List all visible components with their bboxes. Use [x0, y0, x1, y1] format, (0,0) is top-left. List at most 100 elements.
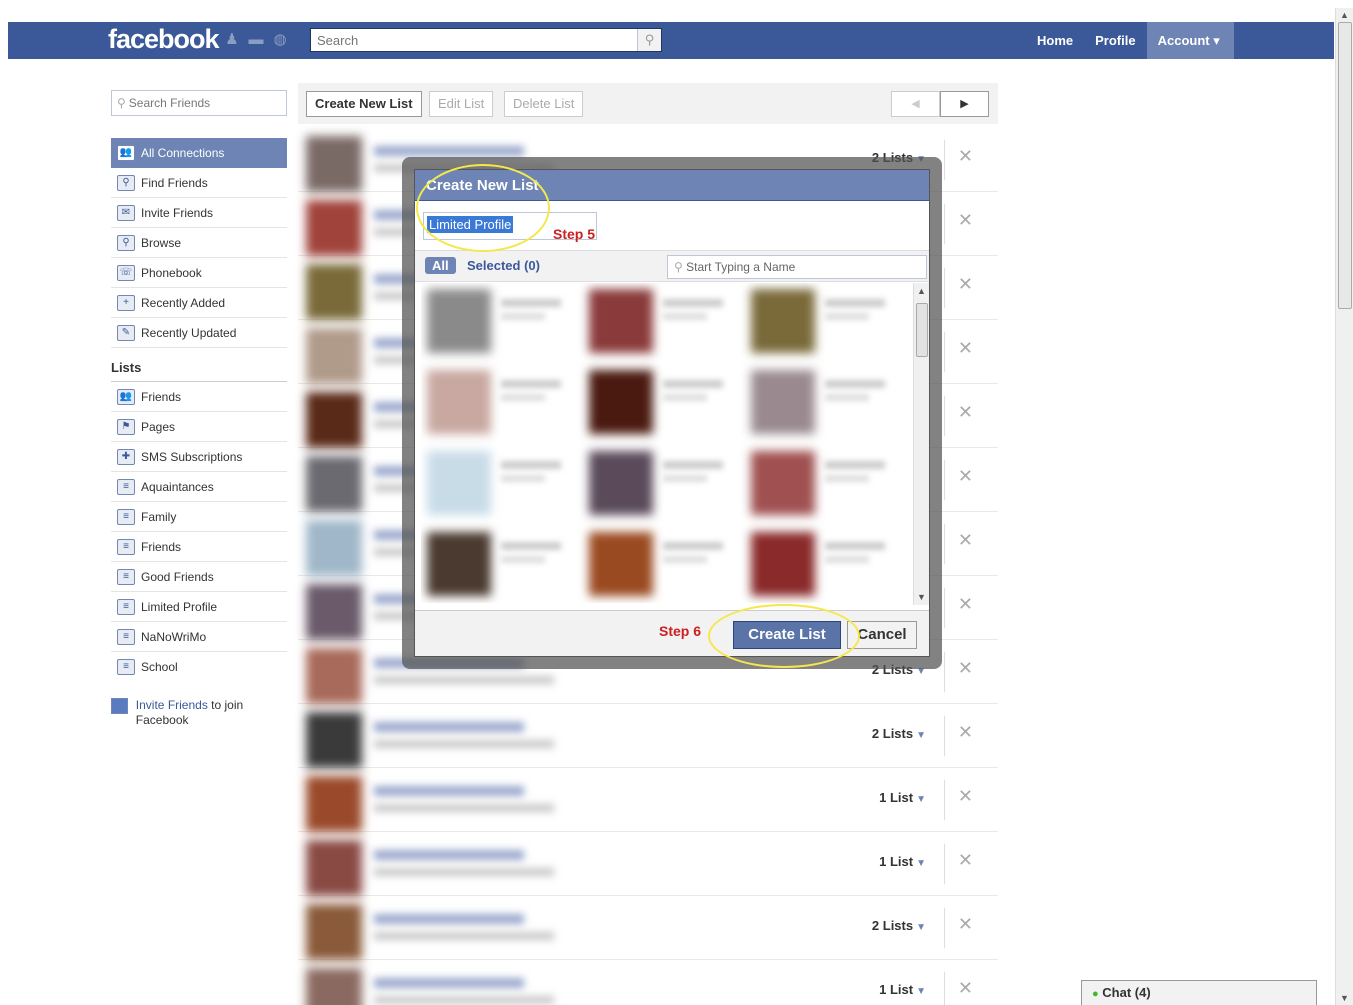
nav-account-menu[interactable]: Account ▾: [1146, 22, 1234, 59]
friend-avatar[interactable]: [306, 840, 362, 896]
invite-friends-link[interactable]: Invite Friends: [136, 698, 208, 712]
friend-name-blurred[interactable]: [374, 146, 524, 156]
friend-picker-cell[interactable]: [583, 526, 739, 602]
friend-avatar[interactable]: [306, 520, 362, 576]
nav-home-link[interactable]: Home: [1026, 33, 1084, 48]
friend-picker-cell[interactable]: [583, 283, 739, 359]
sidebar-list-nanowrimo[interactable]: ≡ NaNoWriMo: [111, 622, 287, 652]
friend-name-blurred[interactable]: [374, 786, 524, 796]
lists-dropdown[interactable]: 1 List ▼: [879, 790, 926, 805]
global-search: ⚲: [310, 28, 662, 52]
lists-dropdown[interactable]: 1 List ▼: [879, 854, 926, 869]
remove-connection-icon[interactable]: ✕: [958, 530, 973, 551]
remove-connection-icon[interactable]: ✕: [958, 594, 973, 615]
scroll-up-icon[interactable]: ▲: [917, 286, 926, 296]
chat-bar[interactable]: ● Chat (4): [1081, 980, 1317, 1005]
friend-requests-icon[interactable]: ♟: [223, 31, 241, 49]
friend-avatar[interactable]: [306, 712, 362, 768]
friend-avatar[interactable]: [306, 456, 362, 512]
remove-connection-icon[interactable]: ✕: [958, 466, 973, 487]
friend-picker-cell[interactable]: [745, 283, 901, 359]
delete-list-button[interactable]: Delete List: [504, 91, 584, 117]
lists-dropdown[interactable]: 2 Lists▼: [872, 726, 926, 741]
friend-picker-cell[interactable]: [745, 526, 901, 602]
next-page-button[interactable]: ▶: [940, 91, 989, 117]
facebook-logo[interactable]: facebook: [108, 24, 220, 55]
sidebar-list-friends-2[interactable]: ≡ Friends: [111, 532, 287, 562]
friend-search-input[interactable]: ⚲ Start Typing a Name: [667, 255, 927, 279]
friend-avatar[interactable]: [306, 968, 362, 1005]
scroll-up-icon[interactable]: ▲: [1340, 10, 1349, 20]
previous-page-button[interactable]: ◀: [891, 91, 940, 117]
search-friends-field[interactable]: ⚲ Search Friends: [111, 90, 287, 116]
sidebar-item-invite-friends[interactable]: ✉ Invite Friends: [111, 198, 287, 228]
lists-dropdown[interactable]: 2 Lists▼: [872, 918, 926, 933]
search-icon[interactable]: ⚲: [637, 29, 661, 51]
remove-connection-icon[interactable]: ✕: [958, 978, 973, 999]
remove-connection-icon[interactable]: ✕: [958, 786, 973, 807]
remove-connection-icon[interactable]: ✕: [958, 210, 973, 231]
messages-icon[interactable]: ▬: [247, 31, 265, 49]
lists-dropdown[interactable]: 1 List ▼: [879, 982, 926, 997]
sidebar-item-find-friends[interactable]: ⚲ Find Friends: [111, 168, 287, 198]
sidebar-list-family[interactable]: ≡ Family: [111, 502, 287, 532]
remove-connection-icon[interactable]: ✕: [958, 914, 973, 935]
friend-picker-cell[interactable]: [421, 283, 577, 359]
sidebar-list-aquaintances[interactable]: ≡ Aquaintances: [111, 472, 287, 502]
remove-connection-icon[interactable]: ✕: [958, 338, 973, 359]
sidebar-item-recently-updated[interactable]: ✎ Recently Updated: [111, 318, 287, 348]
sidebar-list-friends[interactable]: 👥 Friends: [111, 382, 287, 412]
sidebar-list-limited-profile[interactable]: ≡ Limited Profile: [111, 592, 287, 622]
remove-connection-icon[interactable]: ✕: [958, 274, 973, 295]
friend-name-blurred[interactable]: [374, 914, 524, 924]
friend-avatar[interactable]: [306, 200, 362, 256]
friend-picker-cell[interactable]: [583, 364, 739, 440]
friend-avatar[interactable]: [306, 648, 362, 704]
scroll-down-icon[interactable]: ▼: [1340, 993, 1349, 1003]
friend-name-blurred[interactable]: [374, 978, 524, 988]
sidebar-item-browse[interactable]: ⚲ Browse: [111, 228, 287, 258]
cancel-button[interactable]: Cancel: [847, 621, 917, 649]
create-list-button[interactable]: Create List: [733, 621, 841, 649]
remove-connection-icon[interactable]: ✕: [958, 658, 973, 679]
sidebar-item-all-connections[interactable]: 👥 All Connections: [111, 138, 287, 168]
friend-avatar[interactable]: [306, 584, 362, 640]
friend-avatar[interactable]: [306, 776, 362, 832]
remove-connection-icon[interactable]: ✕: [958, 850, 973, 871]
friend-avatar[interactable]: [306, 264, 362, 320]
sidebar-list-pages[interactable]: ⚑ Pages: [111, 412, 287, 442]
friend-picker-cell[interactable]: [421, 526, 577, 602]
filter-all-tab[interactable]: All: [425, 257, 456, 274]
page-scrollbar[interactable]: ▲ ▼: [1335, 8, 1353, 1005]
remove-connection-icon[interactable]: ✕: [958, 402, 973, 423]
friend-avatar[interactable]: [306, 392, 362, 448]
page-scroll-thumb[interactable]: [1338, 22, 1352, 309]
phone-icon: ☏: [117, 264, 135, 281]
scroll-down-icon[interactable]: ▼: [917, 592, 926, 602]
friend-picker-cell[interactable]: [745, 445, 901, 521]
create-new-list-button[interactable]: Create New List: [306, 91, 422, 117]
friend-picker-cell[interactable]: [583, 445, 739, 521]
sidebar-item-phonebook[interactable]: ☏ Phonebook: [111, 258, 287, 288]
sidebar-list-sms[interactable]: ✚ SMS Subscriptions: [111, 442, 287, 472]
scroll-thumb[interactable]: [916, 303, 928, 357]
sidebar-list-good-friends[interactable]: ≡ Good Friends: [111, 562, 287, 592]
remove-connection-icon[interactable]: ✕: [958, 722, 973, 743]
search-input[interactable]: [311, 29, 633, 51]
filter-selected-tab[interactable]: Selected (0): [467, 258, 540, 273]
friend-picker-cell[interactable]: [421, 445, 577, 521]
sidebar-item-recently-added[interactable]: + Recently Added: [111, 288, 287, 318]
friend-picker-cell[interactable]: [421, 364, 577, 440]
friend-avatar[interactable]: [306, 904, 362, 960]
friend-picker-cell[interactable]: [745, 364, 901, 440]
sidebar-list-school[interactable]: ≡ School: [111, 652, 287, 682]
friend-avatar[interactable]: [306, 136, 362, 192]
friend-avatar[interactable]: [306, 328, 362, 384]
edit-list-button[interactable]: Edit List: [429, 91, 494, 117]
friend-grid-scrollbar[interactable]: ▲ ▼: [913, 283, 929, 605]
nav-profile-link[interactable]: Profile: [1084, 33, 1146, 48]
remove-connection-icon[interactable]: ✕: [958, 146, 973, 167]
notifications-icon[interactable]: ◍: [271, 31, 289, 49]
friend-name-blurred[interactable]: [374, 850, 524, 860]
friend-name-blurred[interactable]: [374, 722, 524, 732]
